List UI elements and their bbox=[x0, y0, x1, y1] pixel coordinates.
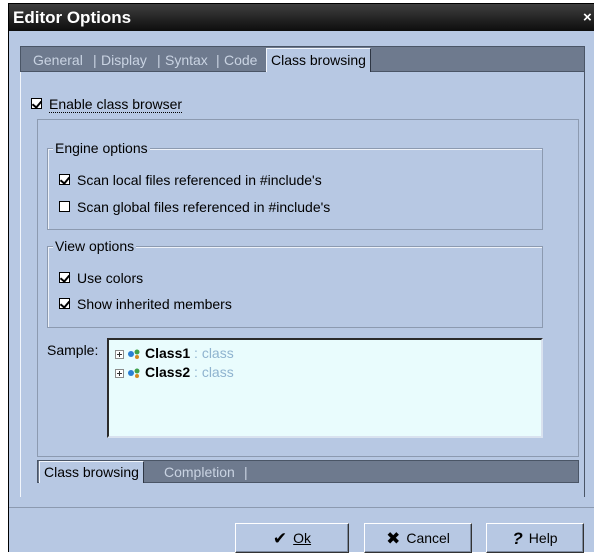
editor-options-dialog: Editor Options × General | Display | Syn… bbox=[8, 3, 594, 553]
title-bar[interactable]: Editor Options × bbox=[9, 4, 594, 31]
tree-item-kind: : class bbox=[194, 345, 234, 361]
enable-class-browser-checkbox[interactable] bbox=[31, 98, 42, 109]
help-button-label: Help bbox=[528, 530, 558, 546]
engine-options-group bbox=[47, 148, 543, 230]
dialog-title: Editor Options bbox=[13, 8, 132, 27]
x-icon: ✖ bbox=[386, 529, 401, 548]
tree-item[interactable]: Class2 : class bbox=[115, 364, 234, 380]
class-icon bbox=[128, 349, 140, 360]
subtab-separator: | bbox=[244, 464, 248, 480]
use-colors-checkbox[interactable] bbox=[59, 272, 70, 283]
enable-class-browser-label[interactable]: Enable class browser bbox=[49, 96, 183, 113]
tab-class-browsing[interactable]: Class browsing bbox=[266, 48, 371, 72]
tab-separator: | bbox=[157, 52, 161, 68]
use-colors-label[interactable]: Use colors bbox=[77, 270, 143, 286]
tree-item-name: Class1 bbox=[145, 345, 191, 361]
tab-separator: | bbox=[93, 52, 97, 68]
sub-tab-strip: Class browsing Completion | bbox=[37, 460, 579, 483]
cancel-button-label: Cancel bbox=[406, 530, 450, 546]
checkmark-icon: ✔ bbox=[272, 529, 288, 548]
subtab-class-browsing[interactable]: Class browsing bbox=[39, 461, 144, 483]
tab-syntax[interactable]: Syntax bbox=[165, 50, 208, 70]
engine-options-title: Engine options bbox=[53, 140, 150, 156]
tab-separator: | bbox=[216, 52, 220, 68]
view-options-title: View options bbox=[53, 238, 137, 254]
sample-tree-view[interactable]: Class1 : class Class2 : class bbox=[107, 338, 543, 438]
expand-icon[interactable] bbox=[115, 349, 124, 359]
scan-local-label[interactable]: Scan local files referenced in #include'… bbox=[77, 172, 322, 188]
tree-item-kind: : class bbox=[194, 364, 234, 380]
tab-code[interactable]: Code bbox=[224, 50, 257, 70]
expand-icon[interactable] bbox=[115, 368, 124, 378]
options-tab-strip: General | Display | Syntax | Code Class … bbox=[20, 46, 585, 72]
cancel-button[interactable]: ✖ Cancel bbox=[364, 523, 472, 553]
class-icon bbox=[128, 368, 140, 379]
scan-local-checkbox[interactable] bbox=[59, 174, 70, 185]
help-button[interactable]: ? Help bbox=[486, 523, 584, 553]
close-icon[interactable]: × bbox=[583, 10, 594, 26]
show-inherited-checkbox[interactable] bbox=[59, 298, 70, 309]
ok-button[interactable]: ✔ Ok bbox=[235, 523, 349, 553]
tree-item[interactable]: Class1 : class bbox=[115, 345, 234, 361]
subtab-completion[interactable]: Completion bbox=[164, 462, 235, 482]
scan-global-checkbox[interactable] bbox=[59, 201, 70, 212]
tree-item-name: Class2 bbox=[145, 364, 191, 380]
scan-global-label[interactable]: Scan global files referenced in #include… bbox=[77, 199, 330, 215]
tab-display[interactable]: Display bbox=[101, 50, 147, 70]
footer-divider bbox=[9, 507, 594, 508]
sample-label: Sample: bbox=[47, 342, 99, 358]
question-icon: ? bbox=[512, 529, 523, 548]
show-inherited-label[interactable]: Show inherited members bbox=[77, 296, 232, 312]
tab-general[interactable]: General bbox=[33, 50, 83, 70]
ok-button-label: Ok bbox=[293, 530, 312, 546]
view-options-group bbox=[47, 246, 543, 328]
